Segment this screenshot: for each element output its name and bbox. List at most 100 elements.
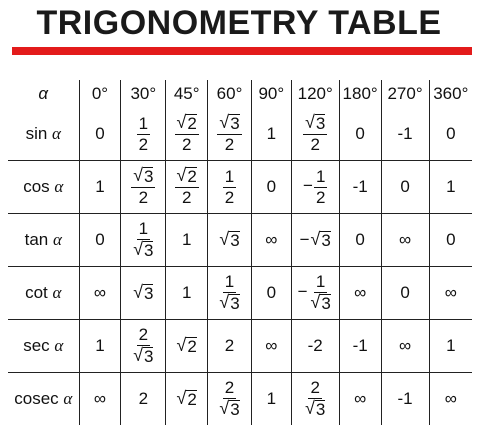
table-cell: 1 <box>250 372 292 425</box>
table-body: sin α 0 1 2 √ 2 2 √ 3 2 1 √ 3 2 0 -1 0 cos α 1 √ 3 2 √ 2 2 1 2 0−1 2… <box>8 108 472 425</box>
table-cell: 1 √ 3 <box>120 213 167 267</box>
table-cell: ∞ <box>78 372 122 425</box>
radical-sign: √ <box>305 398 315 418</box>
root-value: √ 3 <box>219 112 240 133</box>
root-value: √ 3 <box>133 345 154 366</box>
cell-value: 0 <box>266 177 277 196</box>
root-value: √ 3 <box>133 239 154 260</box>
numerator: 1 <box>222 166 237 188</box>
cell-value: -2 <box>307 336 323 355</box>
radical-sign: √ <box>133 345 143 365</box>
radical-sign: √ <box>133 282 143 302</box>
angle-header: 90° <box>250 80 292 108</box>
table-row: sec α 1 2 √ 3 √ 2 2 ∞ -2 -1 ∞ 1 <box>8 319 472 373</box>
radical-sign: √ <box>133 239 143 259</box>
radicand: 3 <box>320 231 331 250</box>
cell-value: ∞ <box>265 230 278 249</box>
table-row: cot α ∞ √ 3 1 1 √ 3 0−1 √ 3 ∞ 0 ∞ <box>8 266 472 320</box>
table-cell: 0 <box>380 160 430 214</box>
root-value: √ 2 <box>177 113 197 133</box>
table-cell: -1 <box>338 160 382 214</box>
radicand: 2 <box>186 337 197 356</box>
root-value: √ 2 <box>176 388 197 409</box>
table-cell: 0 <box>78 213 122 267</box>
header-row: α 0° 30° 45° 60° 90° 120° 180° 270° 360° <box>8 80 472 108</box>
function-label: cos α <box>8 160 80 214</box>
denominator: 2 <box>181 188 192 207</box>
numerator: 2 <box>308 378 322 399</box>
radical-sign: √ <box>310 229 321 249</box>
cell-value: 2 <box>138 389 149 408</box>
cell-value: 1 <box>446 177 456 196</box>
function-name: sec <box>23 336 50 355</box>
angle-header: 120° <box>290 80 340 108</box>
table-cell: 1 <box>250 108 292 161</box>
table-cell: ∞ <box>428 266 472 320</box>
table-cell: 0 <box>338 213 382 267</box>
function-label: sin α <box>8 108 80 161</box>
cell-value: -1 <box>352 177 368 196</box>
root-value: √ 3 <box>305 398 326 419</box>
radicand: 2 <box>186 390 197 409</box>
radical-sign: √ <box>219 398 230 418</box>
numerator: √ 3 <box>217 112 242 135</box>
root-value: √ 3 <box>219 229 240 250</box>
table-cell: 1 <box>165 266 209 320</box>
table-cell: 1 <box>78 319 122 373</box>
fraction: √ 3 2 <box>217 112 242 154</box>
table-cell: ∞ <box>78 266 122 320</box>
function-variable: α <box>53 230 62 249</box>
radical-sign: √ <box>133 165 143 186</box>
function-name: cot <box>25 283 48 302</box>
fraction: 2 √ 3 <box>303 379 327 419</box>
cell-value: -1 <box>397 124 413 143</box>
cell-value: 1 <box>181 230 192 249</box>
cell-value: 0 <box>400 283 410 302</box>
angle-header: 0° <box>78 80 122 108</box>
cell-value: 0 <box>355 230 365 249</box>
table-cell: 2 <box>120 372 167 425</box>
radical-sign: √ <box>176 388 187 408</box>
table-cell: 2 √ 3 <box>207 372 252 425</box>
fraction: 1 √ 3 <box>309 273 333 313</box>
radical-sign: √ <box>219 229 230 249</box>
table-cell: √ 3 <box>120 266 167 320</box>
angle-header: 60° <box>207 80 252 108</box>
fraction: √ 2 2 <box>174 113 199 154</box>
numerator: 1 <box>313 272 328 293</box>
denominator: √ 3 <box>303 399 327 419</box>
cell-value: 1 <box>266 124 277 143</box>
radicand: 3 <box>229 231 240 250</box>
table-cell: √ 2 2 <box>165 108 209 161</box>
cell-value: ∞ <box>399 230 412 249</box>
function-name: cos <box>23 177 50 196</box>
root-value: √ 2 <box>177 166 197 186</box>
cell-value: ∞ <box>93 389 107 408</box>
table-cell: 1 √ 3 <box>207 266 252 320</box>
denominator: 2 <box>181 135 192 154</box>
root-value: √ 3 <box>310 229 331 250</box>
cell-value: ∞ <box>93 283 107 302</box>
denominator: 2 <box>224 135 235 154</box>
minus-sign: − <box>297 282 308 302</box>
cell-value: 1 <box>266 389 277 408</box>
radicand: 3 <box>314 400 326 419</box>
cell-value: 1 <box>446 336 456 355</box>
table-cell: 2 <box>207 319 252 373</box>
cell-value: ∞ <box>444 283 457 302</box>
alpha-header: α <box>8 80 80 108</box>
fraction: √ 3 2 <box>131 165 156 207</box>
radical-sign: √ <box>305 112 315 133</box>
minus-sign: − <box>299 230 310 249</box>
cell-value: 1 <box>95 177 105 196</box>
numerator: 2 <box>222 378 237 399</box>
table-cell: 0 <box>428 213 472 267</box>
table-cell: −1 √ 3 <box>290 266 340 320</box>
angle-header: 45° <box>165 80 209 108</box>
fraction: 12 <box>313 167 328 207</box>
radical-sign: √ <box>219 112 230 133</box>
table-cell: √ 2 2 <box>165 160 209 214</box>
table-row: sin α 0 1 2 √ 2 2 √ 3 2 1 √ 3 2 0 -1 0 <box>8 108 472 161</box>
numerator: 1 <box>222 272 237 293</box>
fraction: 1 √ 3 <box>217 273 241 313</box>
